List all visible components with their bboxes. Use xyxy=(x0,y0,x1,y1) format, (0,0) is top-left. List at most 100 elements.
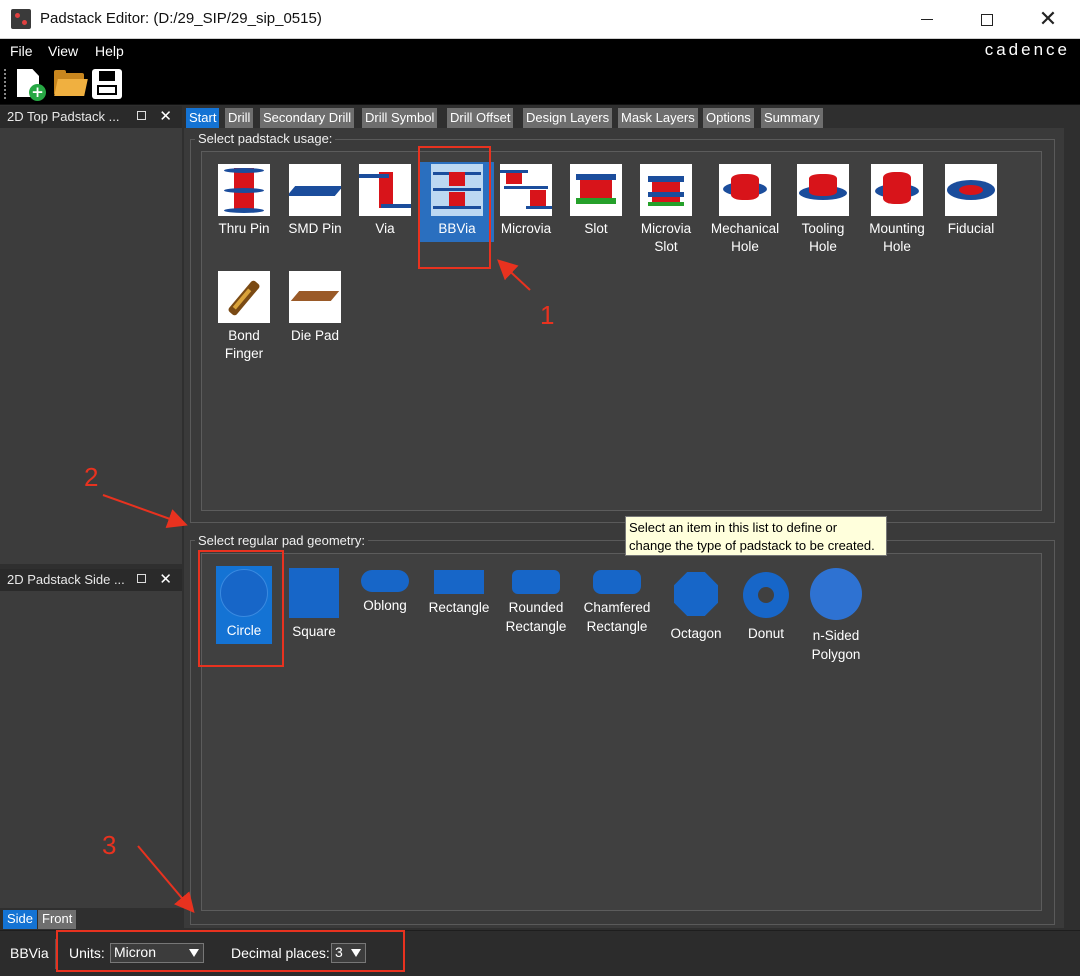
usage-smd-pin[interactable]: SMD Pin xyxy=(278,164,352,244)
geometry-oblong[interactable]: Oblong xyxy=(345,570,425,615)
tab-secondary-drill[interactable]: Secondary Drill xyxy=(260,108,355,128)
geometry-group-label: Select regular pad geometry: xyxy=(195,533,368,548)
app-icon xyxy=(11,9,31,29)
float-icon[interactable] xyxy=(137,574,146,583)
microvia-icon xyxy=(500,164,552,216)
menu-view[interactable]: View xyxy=(48,43,78,59)
dock-title-text: 2D Top Padstack ... xyxy=(7,109,120,124)
usage-label: Mounting xyxy=(869,221,925,236)
tab-drill-offset[interactable]: Drill Offset xyxy=(447,108,514,128)
save-button[interactable] xyxy=(90,67,124,101)
cadence-logo: cadence xyxy=(984,40,1070,59)
geometry-rounded-rectangle[interactable]: Rounded Rectangle xyxy=(496,570,576,636)
toolbar-grip[interactable] xyxy=(4,69,7,99)
main-tab-bar: Start Drill Secondary Drill Drill Symbol… xyxy=(184,106,1080,128)
maximize-button[interactable] xyxy=(957,0,1017,39)
usage-label: Thru Pin xyxy=(218,221,270,236)
top-padstack-dock-title: 2D Top Padstack ... ✕ xyxy=(0,106,182,128)
tab-start[interactable]: Start xyxy=(186,108,220,128)
tab-options[interactable]: Options xyxy=(703,108,754,128)
donut-icon xyxy=(743,572,789,618)
usage-mechanical-hole[interactable]: Mechanical Hole xyxy=(705,164,785,264)
geometry-donut[interactable]: Donut xyxy=(726,572,806,643)
usage-via[interactable]: Via xyxy=(348,164,422,244)
tab-side[interactable]: Side xyxy=(3,910,38,929)
view-tabs: Side Front xyxy=(0,908,182,930)
chamfered-rectangle-icon xyxy=(593,570,641,594)
usage-label: Fiducial xyxy=(947,221,995,236)
top-padstack-view xyxy=(0,128,182,564)
polygon-icon xyxy=(810,568,862,620)
float-icon[interactable] xyxy=(137,111,146,120)
geometry-chamfered-rectangle[interactable]: Chamfered Rectangle xyxy=(577,570,657,636)
mechanical-hole-icon xyxy=(719,164,771,216)
minimize-button[interactable] xyxy=(897,0,957,39)
new-file-button[interactable]: + xyxy=(14,67,48,101)
tab-mask-layers[interactable]: Mask Layers xyxy=(618,108,698,128)
status-usage: BBVia xyxy=(10,945,49,961)
tab-front[interactable]: Front xyxy=(38,910,77,929)
side-padstack-view xyxy=(0,591,182,908)
menu-help[interactable]: Help xyxy=(95,43,124,59)
annotation-number-3: 3 xyxy=(102,830,117,860)
geometry-label: Polygon xyxy=(811,647,861,662)
close-icon: ✕ xyxy=(1038,7,1058,32)
thru-pin-icon xyxy=(218,164,270,216)
dock-title-text: 2D Padstack Side ... xyxy=(7,572,125,587)
usage-label: Microvia xyxy=(640,221,692,236)
close-icon[interactable]: ✕ xyxy=(159,570,172,588)
geometry-label: Square xyxy=(292,624,336,639)
open-folder-button[interactable] xyxy=(52,67,88,101)
geometry-square[interactable]: Square xyxy=(274,568,354,641)
tab-summary[interactable]: Summary xyxy=(761,108,823,128)
side-padstack-dock-title: 2D Padstack Side ... ✕ xyxy=(0,569,182,591)
geometry-label: Donut xyxy=(747,626,785,641)
usage-microvia[interactable]: Microvia xyxy=(489,164,563,244)
usage-label: SMD Pin xyxy=(288,221,342,236)
tooltip-line: change the type of padstack to be create… xyxy=(629,538,875,553)
geometry-label: Rectangle xyxy=(505,619,567,634)
geometry-octagon[interactable]: Octagon xyxy=(656,572,736,643)
side-padstack-dock: 2D Padstack Side ... ✕ xyxy=(0,569,182,908)
tab-design-layers[interactable]: Design Layers xyxy=(523,108,613,128)
bond-finger-icon xyxy=(218,271,270,323)
usage-thru-pin[interactable]: Thru Pin xyxy=(207,164,281,244)
tab-drill[interactable]: Drill xyxy=(225,108,254,128)
usage-tooling-hole[interactable]: Tooling Hole xyxy=(786,164,860,264)
usage-bond-finger[interactable]: Bond Finger xyxy=(207,271,281,371)
close-icon[interactable]: ✕ xyxy=(159,107,172,125)
menu-file[interactable]: File xyxy=(10,43,33,59)
geometry-label: n-Sided xyxy=(812,628,860,643)
usage-label: Microvia xyxy=(500,221,552,236)
geometry-label: Rounded xyxy=(508,600,564,615)
usage-slot[interactable]: Slot xyxy=(559,164,633,244)
tooltip-line: Select an item in this list to define or xyxy=(629,520,838,535)
rectangle-icon xyxy=(434,570,484,594)
usage-microvia-slot[interactable]: Microvia Slot xyxy=(629,164,703,264)
usage-label: Slot xyxy=(654,239,678,254)
geometry-rectangle[interactable]: Rectangle xyxy=(419,570,499,617)
fiducial-icon xyxy=(945,164,997,216)
usage-label: Bond xyxy=(228,328,260,343)
usage-label: Die Pad xyxy=(290,328,340,343)
usage-label: Finger xyxy=(224,346,264,361)
title-bar: Padstack Editor: (D:/29_SIP/29_sip_0515)… xyxy=(0,0,1080,39)
geometry-label: Octagon xyxy=(670,626,722,641)
usage-fiducial[interactable]: Fiducial xyxy=(934,164,1008,244)
menu-bar: File View Help cadence xyxy=(0,39,1080,63)
tooltip: Select an item in this list to define or… xyxy=(625,516,887,556)
geometry-label: Oblong xyxy=(363,598,407,613)
usage-group-label: Select padstack usage: xyxy=(195,131,336,146)
usage-die-pad[interactable]: Die Pad xyxy=(278,271,352,351)
usage-label: Hole xyxy=(731,239,759,254)
annotation-number-1: 1 xyxy=(540,300,555,330)
annotation-number-2: 2 xyxy=(84,462,99,492)
maximize-icon xyxy=(981,13,993,26)
tab-drill-symbol[interactable]: Drill Symbol xyxy=(362,108,438,128)
annotation-box-3 xyxy=(56,930,405,972)
geometry-label: Chamfered xyxy=(583,600,651,615)
usage-mounting-hole[interactable]: Mounting Hole xyxy=(860,164,934,264)
geometry-n-sided-polygon[interactable]: n-Sided Polygon xyxy=(796,568,876,664)
via-icon xyxy=(359,164,411,216)
close-button[interactable]: ✕ xyxy=(1018,0,1078,39)
